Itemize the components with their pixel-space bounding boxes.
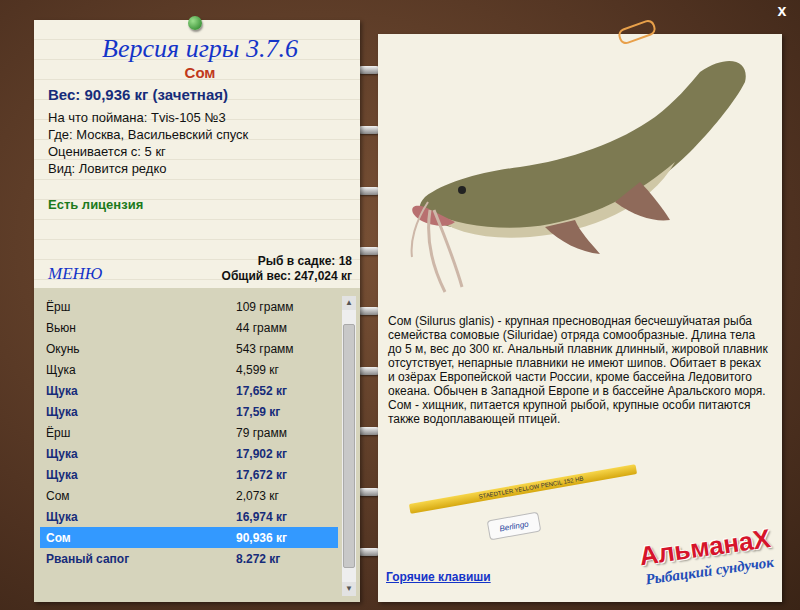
- catch-row[interactable]: Рваный сапог8.272 кг: [40, 548, 338, 569]
- fish-weight: Вес: 90,936 кг (зачетная): [48, 86, 352, 103]
- scroll-thumb[interactable]: [343, 324, 355, 567]
- ring-icon: [358, 66, 380, 74]
- scroll-down-button[interactable]: ▼: [342, 582, 356, 596]
- fish-info: Версия игры 3.7.6Сом Вес: 90,936 кг (заче…: [34, 20, 360, 288]
- detail-line: На что поймана: Tvis-105 №3: [48, 109, 352, 126]
- detail-line: Вид: Ловится редко: [48, 160, 352, 177]
- catch-row[interactable]: Щука16,974 кг: [40, 506, 338, 527]
- pin-icon: [188, 16, 202, 30]
- catch-row[interactable]: Щука4,599 кг: [40, 359, 338, 380]
- left-page: Версия игры 3.7.6Сом Вес: 90,936 кг (заче…: [34, 20, 360, 602]
- ring-icon: [358, 247, 380, 255]
- ring-icon: [358, 126, 380, 134]
- ring-icon: [358, 187, 380, 195]
- totals: Рыб в садке: 18Общий вес: 247,024 кг: [222, 254, 352, 284]
- ring-icon: [358, 427, 380, 435]
- scroll-up-button[interactable]: ▲: [342, 296, 356, 310]
- version-title: Версия игры 3.7.6: [48, 34, 352, 64]
- ring-icon: [358, 307, 380, 315]
- catch-row[interactable]: Окунь543 грамм: [40, 338, 338, 359]
- eraser-label: Berlingo: [499, 519, 529, 533]
- total-weight: Общий вес: 247,024 кг: [222, 269, 352, 284]
- ring-icon: [358, 367, 380, 375]
- menu-link[interactable]: МЕНЮ: [48, 264, 102, 284]
- scrollbar[interactable]: ▲▼: [342, 296, 356, 596]
- almanac-window: x Версия игры 3.7.6Сом Вес: 90,936 кг (зач…: [0, 0, 800, 610]
- license-status: Есть лицензия: [48, 197, 352, 212]
- fish-name: Сом: [48, 64, 352, 82]
- fish-details: На что поймана: Tvis-105 №3Где: Москва, …: [48, 109, 352, 177]
- page-footer: STAEDTLER YELLOW PENCIL 152 HB Berlingo Го…: [378, 426, 782, 602]
- detail-line: Оценивается с: 5 кг: [48, 143, 352, 160]
- almanac-logo: АльманаХРыбацкий сундучок: [637, 523, 775, 589]
- catch-row[interactable]: Щука17,902 кг: [40, 443, 338, 464]
- catch-row[interactable]: Щука17,672 кг: [40, 464, 338, 485]
- catch-row[interactable]: Щука17,59 кг: [40, 401, 338, 422]
- ring-icon: [358, 548, 380, 556]
- catch-row[interactable]: Вьюн44 грамм: [40, 317, 338, 338]
- catfish-icon: [400, 42, 760, 302]
- catch-row[interactable]: Сом90,936 кг: [40, 527, 338, 548]
- detail-line: Где: Москва, Васильевский спуск: [48, 126, 352, 143]
- fish-description: Сом (Silurus glanis) - крупная пресновод…: [388, 314, 770, 426]
- fish-count: Рыб в садке: 18: [222, 254, 352, 269]
- right-page: Сом (Silurus glanis) - крупная пресновод…: [378, 34, 782, 602]
- catch-list: Ёрш109 граммВьюн44 граммОкунь543 граммЩу…: [34, 288, 360, 602]
- fish-picture: [378, 34, 782, 302]
- catch-row[interactable]: Ёрш79 грамм: [40, 422, 338, 443]
- catch-row[interactable]: Щука17,652 кг: [40, 380, 338, 401]
- eraser-icon: Berlingo: [487, 512, 542, 541]
- spiral-binding: [360, 20, 378, 602]
- close-button[interactable]: x: [772, 2, 792, 22]
- ring-icon: [358, 488, 380, 496]
- catch-row[interactable]: Сом2,073 кг: [40, 485, 338, 506]
- hotkeys-link[interactable]: Горячие клавиши: [386, 570, 491, 584]
- pencil-label: STAEDTLER YELLOW PENCIL 152 HB: [478, 475, 584, 499]
- paperclip-icon: [616, 18, 657, 46]
- catch-row[interactable]: Ёрш109 грамм: [40, 296, 338, 317]
- pencil-icon: STAEDTLER YELLOW PENCIL 152 HB: [409, 464, 637, 514]
